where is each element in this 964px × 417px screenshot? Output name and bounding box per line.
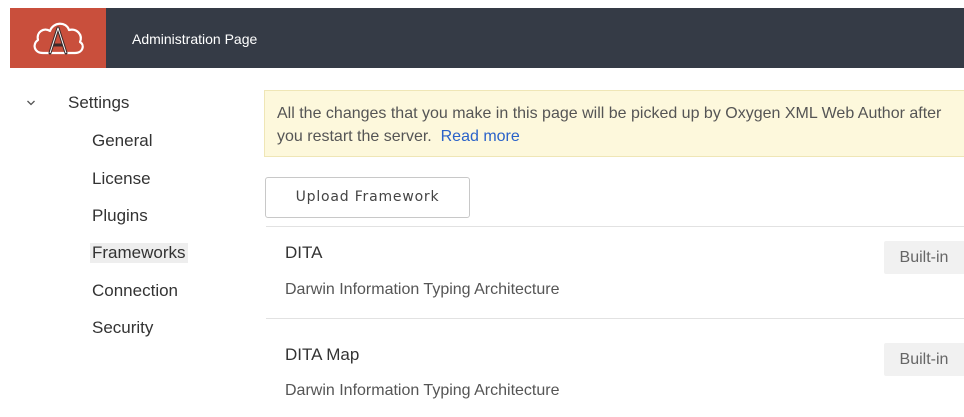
divider xyxy=(266,226,964,227)
upload-framework-button[interactable]: Upload Framework xyxy=(265,177,470,218)
cloud-a-logo-icon xyxy=(33,22,84,55)
built-in-badge: Built-in xyxy=(884,343,964,376)
framework-name: DITA xyxy=(285,243,323,262)
framework-description: Darwin Information Typing Architecture xyxy=(285,281,560,298)
sidebar-item-general[interactable]: General xyxy=(92,131,152,151)
framework-description: Darwin Information Typing Architecture xyxy=(285,382,560,399)
sidebar-item-license[interactable]: License xyxy=(92,169,151,189)
notice-text: All the changes that you make in this pa… xyxy=(277,105,942,145)
built-in-badge: Built-in xyxy=(884,241,964,274)
top-bar: Administration Page xyxy=(10,8,964,68)
chevron-down-icon xyxy=(27,100,35,106)
settings-toggle[interactable] xyxy=(26,98,36,108)
read-more-link[interactable]: Read more xyxy=(441,128,520,145)
restart-notice: All the changes that you make in this pa… xyxy=(264,90,964,157)
sidebar-section-settings[interactable]: Settings xyxy=(68,93,129,113)
divider xyxy=(266,318,964,319)
sidebar-item-frameworks[interactable]: Frameworks xyxy=(90,243,188,263)
app-logo[interactable] xyxy=(10,8,106,68)
framework-name: DITA Map xyxy=(285,345,360,364)
sidebar-item-security[interactable]: Security xyxy=(92,318,153,338)
sidebar-item-connection[interactable]: Connection xyxy=(92,281,178,301)
sidebar-item-plugins[interactable]: Plugins xyxy=(92,206,148,226)
page-title: Administration Page xyxy=(132,31,258,47)
